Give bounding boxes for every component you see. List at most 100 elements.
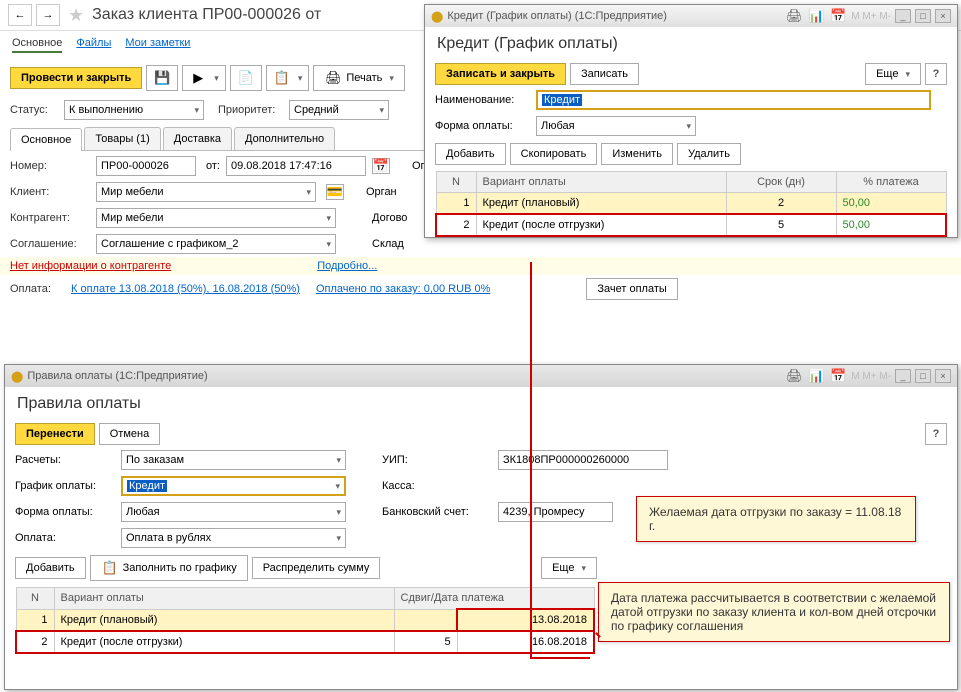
priority-label: Приоритет: <box>218 104 283 116</box>
credit-row-2[interactable]: 2 Кредит (после отгрузки) 5 50,00 <box>436 214 946 236</box>
uip-field[interactable]: ЗК1808ПР000000260000 <box>498 450 668 470</box>
rules-payment-label: Оплата: <box>15 532 115 544</box>
contragent-label: Контрагент: <box>10 212 90 224</box>
page-title: Заказ клиента ПР00-000026 от <box>92 6 321 24</box>
subtab-goods[interactable]: Товары (1) <box>84 127 160 150</box>
related-icon-button[interactable]: 📋 <box>266 65 310 91</box>
no-contragent-info-link[interactable]: Нет информации о контрагенте <box>10 260 171 272</box>
col-pct: % платежа <box>836 172 946 193</box>
callout-1: Желаемая дата отгрузки по заказу = 11.08… <box>636 496 916 542</box>
more-link[interactable]: Подробно... <box>317 260 377 272</box>
col-n: N <box>436 172 476 193</box>
credit-form-select[interactable]: Любая <box>536 116 696 136</box>
paid-info-link[interactable]: Оплачено по заказу: 0,00 RUB 0% <box>316 283 490 295</box>
schedule-select[interactable]: Кредит <box>121 476 346 496</box>
offset-button[interactable]: Зачет оплаты <box>586 278 677 300</box>
credit-window-title: Кредит (График оплаты) (1С:Предприятие) <box>447 10 667 22</box>
from-label: от: <box>206 160 220 172</box>
doc2-icon: 📋 <box>273 70 291 86</box>
post-icon-button[interactable]: ▶ <box>182 65 226 91</box>
kassa-label: Касса: <box>382 480 492 492</box>
dogovor-label: Догово <box>372 212 407 224</box>
print-button[interactable]: 🖨Печать <box>313 65 405 91</box>
rules-grid[interactable]: N Вариант оплаты Сдвиг/Дата платежа 1 Кр… <box>15 587 595 654</box>
credit-dialog: ⬤ Кредит (График оплаты) (1С:Предприятие… <box>424 4 958 238</box>
rules-form-label: Форма оплаты: <box>15 506 115 518</box>
calc-icon[interactable]: 📊 <box>807 368 825 384</box>
help-button[interactable]: ? <box>925 423 947 445</box>
save-icon-button[interactable]: 💾 <box>146 65 178 91</box>
minimize-button[interactable]: _ <box>895 369 911 383</box>
number-label: Номер: <box>10 160 90 172</box>
favorite-star-icon[interactable]: ★ <box>68 5 84 26</box>
subtab-delivery[interactable]: Доставка <box>163 127 232 150</box>
credit-add-button[interactable]: Добавить <box>435 143 506 165</box>
credit-name-label: Наименование: <box>435 94 530 106</box>
calc-icon[interactable]: 📊 <box>807 8 825 24</box>
rules-dialog-header: Правила оплаты <box>5 387 957 421</box>
close-button[interactable]: × <box>935 369 951 383</box>
document-icon-button[interactable]: 📄 <box>230 65 262 91</box>
tab-main[interactable]: Основное <box>12 37 62 53</box>
credit-more-button[interactable]: Еще <box>865 63 921 85</box>
rcol-variant: Вариант оплаты <box>54 588 394 610</box>
rules-form-select[interactable]: Любая <box>121 502 346 522</box>
forward-button[interactable]: → <box>36 4 60 26</box>
account-field[interactable]: 4239, Промресу <box>498 502 613 522</box>
tab-files[interactable]: Файлы <box>76 37 111 53</box>
post-close-button[interactable]: Провести и закрыть <box>10 67 142 89</box>
subtab-extra[interactable]: Дополнительно <box>234 127 335 150</box>
rules-window-title: Правила оплаты (1С:Предприятие) <box>27 370 207 382</box>
cal-icon[interactable]: 📅 <box>829 368 847 384</box>
print-icon[interactable]: 🖨 <box>785 8 803 24</box>
priority-select[interactable]: Средний <box>289 100 389 120</box>
date-field[interactable]: 09.08.2018 17:47:16 <box>226 156 366 176</box>
maximize-button[interactable]: □ <box>915 9 931 23</box>
credit-save-button[interactable]: Записать <box>570 63 639 85</box>
minimize-button[interactable]: _ <box>895 9 911 23</box>
credit-name-field[interactable]: Кредит <box>536 90 931 110</box>
credit-copy-button[interactable]: Скопировать <box>510 143 598 165</box>
print-icon[interactable]: 🖨 <box>785 368 803 384</box>
disk-icon: 💾 <box>153 70 171 86</box>
calendar-icon[interactable]: 📅 <box>372 158 390 174</box>
rules-more-button[interactable]: Еще <box>541 557 597 579</box>
close-button[interactable]: × <box>935 9 951 23</box>
help-button[interactable]: ? <box>925 63 947 85</box>
uip-label: УИП: <box>382 454 492 466</box>
client-label: Клиент: <box>10 186 90 198</box>
credit-dialog-header: Кредит (График оплаты) <box>425 27 957 61</box>
tab-notes[interactable]: Мои заметки <box>125 37 190 53</box>
back-button[interactable]: ← <box>8 4 32 26</box>
client-select[interactable]: Мир мебели <box>96 182 316 202</box>
calc-select[interactable]: По заказам <box>121 450 346 470</box>
transfer-button[interactable]: Перенести <box>15 423 95 445</box>
credit-save-close-button[interactable]: Записать и закрыть <box>435 63 566 85</box>
cancel-button[interactable]: Отмена <box>99 423 160 445</box>
rules-row-1[interactable]: 1 Кредит (плановый) 13.08.2018 <box>16 609 594 631</box>
maximize-button[interactable]: □ <box>915 369 931 383</box>
rules-distribute-button[interactable]: Распределить сумму <box>252 557 381 579</box>
number-field[interactable]: ПР00-000026 <box>96 156 196 176</box>
payment-info-link[interactable]: К оплате 13.08.2018 (50%), 16.08.2018 (5… <box>71 283 300 295</box>
rules-fill-button[interactable]: 📋Заполнить по графику <box>90 555 248 581</box>
credit-row-1[interactable]: 1 Кредит (плановый) 2 50,00 <box>436 193 946 215</box>
org-label: Орган <box>366 186 397 198</box>
cal-icon[interactable]: 📅 <box>829 8 847 24</box>
contragent-select[interactable]: Мир мебели <box>96 208 336 228</box>
credit-edit-button[interactable]: Изменить <box>601 143 673 165</box>
rules-add-button[interactable]: Добавить <box>15 557 86 579</box>
subtab-main[interactable]: Основное <box>10 128 82 151</box>
credit-delete-button[interactable]: Удалить <box>677 143 741 165</box>
account-label: Банковский счет: <box>382 506 492 518</box>
status-select[interactable]: К выполнению <box>64 100 204 120</box>
credit-grid[interactable]: N Вариант оплаты Срок (дн) % платежа 1 К… <box>435 171 947 237</box>
connector-line-h <box>530 657 590 659</box>
rules-payment-select[interactable]: Оплата в рублях <box>121 528 346 548</box>
card-icon[interactable]: 💳 <box>326 184 344 200</box>
rcol-shift: Сдвиг/Дата платежа <box>394 588 594 610</box>
col-term: Срок (дн) <box>726 172 836 193</box>
agreement-select[interactable]: Соглашение с графиком_2 <box>96 234 336 254</box>
payment-label: Оплата: <box>10 283 65 295</box>
rules-row-2[interactable]: 2 Кредит (после отгрузки) 5 16.08.2018 <box>16 631 594 653</box>
